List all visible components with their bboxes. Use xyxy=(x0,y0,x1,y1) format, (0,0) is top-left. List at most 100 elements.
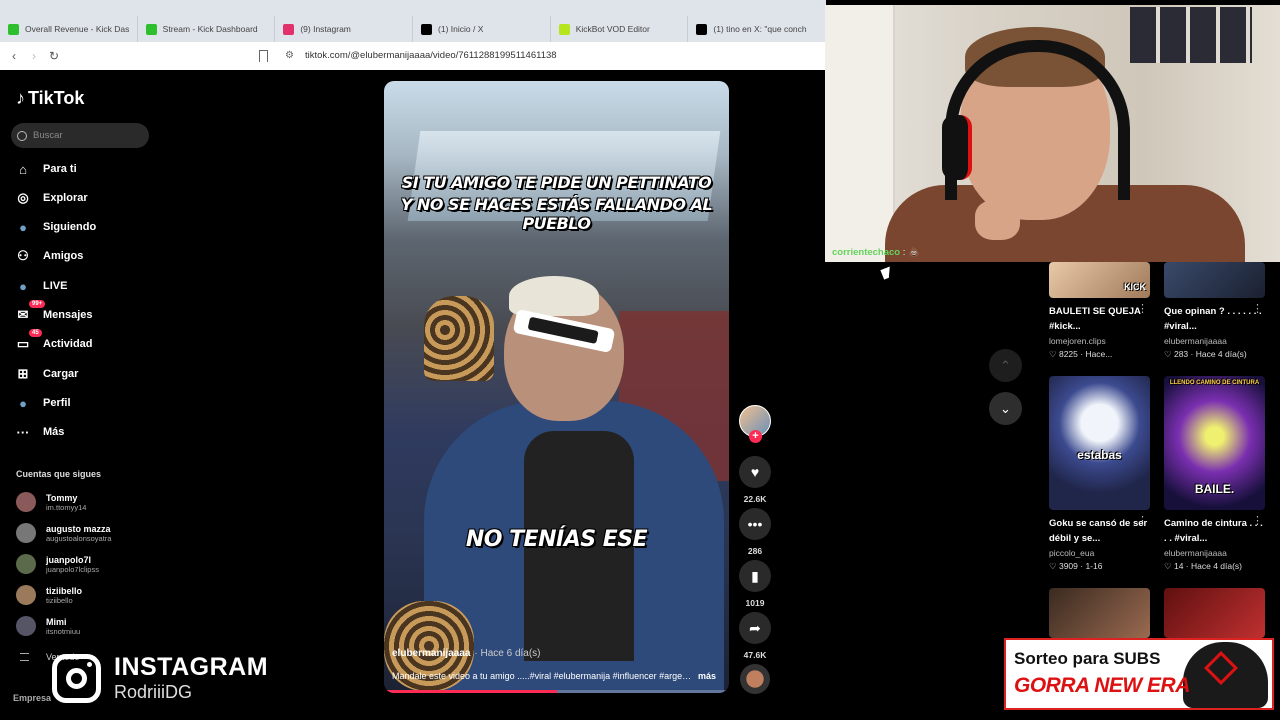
next-video-button[interactable]: ⌄ xyxy=(989,392,1022,425)
back-arrow-icon[interactable]: ‹ xyxy=(4,49,24,63)
comment-icon[interactable]: ••• xyxy=(739,508,771,540)
instagram-overlay: INSTAGRAM RodriiiDG xyxy=(52,653,268,703)
followed-account[interactable]: augusto mazza augustoalonsoyatra xyxy=(16,523,111,543)
site-info-icon[interactable]: ⚙ xyxy=(285,50,294,61)
follow-plus-icon[interactable]: + xyxy=(749,430,762,443)
previous-video-button[interactable]: ⌃ xyxy=(989,349,1022,382)
forward-arrow-icon[interactable]: › xyxy=(24,49,44,63)
following-accounts-title: Cuentas que sigues xyxy=(16,469,102,479)
related-video-thumb[interactable]: estabas xyxy=(1049,376,1150,510)
related-video-thumb[interactable]: KICK xyxy=(1049,262,1150,298)
like-action[interactable]: ♥ 22.6K xyxy=(739,456,771,504)
sidebar-item-mensajes[interactable]: ✉ 99+ Mensajes xyxy=(14,300,93,324)
video-description: Mandale este video a tu amigo .....#vira… xyxy=(392,671,692,681)
notification-badge: 99+ xyxy=(29,300,46,308)
sidebar-item-cargar[interactable]: ⊞ Cargar xyxy=(14,365,79,383)
related-video-author[interactable]: elubermanijaaaa xyxy=(1164,548,1265,558)
related-video-card[interactable] xyxy=(1164,588,1265,638)
sidebar-item-para-ti[interactable]: ⌂ Para ti xyxy=(14,160,77,178)
related-video-title[interactable]: BAULETI SE QUEJA #kick... xyxy=(1049,304,1150,334)
kick-icon xyxy=(145,23,157,35)
tiktok-sidebar: ♪ TikTok Buscar ⌂ Para ti ◎ Explorar ● Siguien… xyxy=(0,70,160,720)
followed-account-name: Tommy xyxy=(46,492,78,503)
sidebar-item-label: Perfil xyxy=(43,397,71,409)
save-action[interactable]: ▮ 1019 xyxy=(739,560,771,608)
related-video-thumb[interactable] xyxy=(1049,588,1150,638)
webcam-posters xyxy=(1130,7,1252,63)
video-more-link[interactable]: más xyxy=(698,671,716,681)
followed-account[interactable]: juanpolo7l juanpolo7lclipss xyxy=(16,554,99,574)
cap-logo-icon xyxy=(1204,651,1238,685)
notification-badge: 45 xyxy=(29,329,42,337)
related-video-title[interactable]: Camino de cintura . . . . . #viral... xyxy=(1164,516,1265,546)
chat-username: corrientechaco xyxy=(832,247,901,258)
share-action[interactable]: ➦ 47.6K xyxy=(739,612,771,660)
browser-tab[interactable]: (1) tino en X: "que conch xyxy=(688,16,827,42)
browser-tab[interactable]: (9) Instagram xyxy=(275,16,414,42)
comment-action[interactable]: ••• 286 xyxy=(739,508,771,556)
followed-account[interactable]: Tommy im.ttomyy14 xyxy=(16,492,86,512)
sidebar-item-más[interactable]: ··· Más xyxy=(14,423,65,441)
browser-tab[interactable]: KickBot VOD Editor xyxy=(551,16,689,42)
footer-company-link[interactable]: Empresa xyxy=(13,693,51,703)
related-thumb-text: KICK xyxy=(1124,282,1146,292)
sidebar-item-label: Actividad xyxy=(43,338,93,350)
video-author-name[interactable]: elubermanijaaaa xyxy=(392,648,470,659)
search-input[interactable]: Buscar xyxy=(11,123,149,148)
giveaway-prize: GORRA NEW ERA xyxy=(1014,674,1190,697)
followed-account[interactable]: tiziibello tiziibello xyxy=(16,585,82,605)
heart-icon[interactable]: ♥ xyxy=(739,456,771,488)
browser-tab[interactable]: Stream - Kick Dashboard xyxy=(138,16,276,42)
share-icon[interactable]: ➦ xyxy=(739,612,771,644)
sidebar-item-label: Para ti xyxy=(43,163,77,175)
browser-tab[interactable]: (1) Inicio / X xyxy=(413,16,551,42)
more-options-icon[interactable]: ⋮ xyxy=(1137,302,1148,315)
more-dots-icon: ··· xyxy=(16,424,30,440)
related-video-thumb[interactable] xyxy=(1164,588,1265,638)
sidebar-item-explorar[interactable]: ◎ Explorar xyxy=(14,189,87,207)
tab-list: Overall Revenue - Kick Dashbo Stream - Ki… xyxy=(0,16,827,42)
video-author[interactable]: elubermanijaaaa · Hace 6 día(s) xyxy=(392,648,541,659)
sidebar-item-actividad[interactable]: ▭ 45 Actividad xyxy=(14,329,93,353)
tiktok-note-icon: ♪ xyxy=(16,88,25,108)
sidebar-item-amigos[interactable]: ⚇ Amigos xyxy=(14,247,83,265)
followed-account-handle: augustoalonsoyatra xyxy=(46,533,112,543)
chat-message: corrientechaco : 💩 xyxy=(832,247,920,258)
video-caption-line1: SI TU AMIGO TE PIDE UN PETTINATO xyxy=(401,173,712,192)
followed-account-name: juanpolo7l xyxy=(46,554,91,565)
sidebar-item-live[interactable]: ● LIVE xyxy=(14,277,67,295)
bookmark-save-icon[interactable]: ▮ xyxy=(739,560,771,592)
chat-text: 💩 xyxy=(908,247,920,258)
sidebar-item-perfil[interactable]: ● Perfil xyxy=(14,394,71,412)
sidebar-item-label: Más xyxy=(43,426,65,438)
messages-icon: ✉ 99+ xyxy=(14,300,46,324)
browser-tab[interactable]: Overall Revenue - Kick Dashbo xyxy=(0,16,138,42)
more-options-icon[interactable]: ⋮ xyxy=(1137,514,1148,527)
activity-icon: ▭ 45 xyxy=(14,329,42,353)
more-options-icon[interactable]: ⋮ xyxy=(1252,302,1263,315)
video-progress-bar[interactable] xyxy=(384,690,729,693)
sound-disc-icon[interactable] xyxy=(740,664,770,694)
related-video-author[interactable]: elubermanijaaaa xyxy=(1164,336,1265,346)
related-video-title[interactable]: Que opinan ? . . . . . . . #viral... xyxy=(1164,304,1265,334)
logo-text: TikTok xyxy=(28,88,85,108)
related-video-card[interactable]: LLENDO CAMINO DE CINTURA BAILE. Camino d… xyxy=(1164,376,1265,572)
related-video-card[interactable]: Que opinan ? . . . . . . . #viral... ⋮ e… xyxy=(1164,262,1265,360)
related-video-card[interactable]: estabas Goku se cansó de ser débil y se.… xyxy=(1049,376,1150,572)
avatar xyxy=(16,585,36,605)
related-video-author[interactable]: piccolo_eua xyxy=(1049,548,1150,558)
video-player[interactable]: SI TU AMIGO TE PIDE UN PETTINATO Y NO SE… xyxy=(384,81,729,693)
related-video-card[interactable] xyxy=(1049,588,1150,638)
related-video-title[interactable]: Goku se cansó de ser débil y se... xyxy=(1049,516,1150,546)
related-video-thumb[interactable] xyxy=(1164,262,1265,298)
bookmark-icon[interactable] xyxy=(259,50,268,62)
followed-account[interactable]: Mimi itsnotmiuu xyxy=(16,616,80,636)
related-video-thumb[interactable]: LLENDO CAMINO DE CINTURA BAILE. xyxy=(1164,376,1265,510)
related-video-card[interactable]: KICK BAULETI SE QUEJA #kick... ⋮ lomejor… xyxy=(1049,262,1150,360)
sidebar-item-siguiendo[interactable]: ● Siguiendo xyxy=(14,218,96,236)
related-video-author[interactable]: lomejoren.clips xyxy=(1049,336,1150,346)
url-field[interactable]: tiktok.com/@elubermanijaaaa/video/761128… xyxy=(305,50,557,61)
reload-icon[interactable]: ↻ xyxy=(44,49,64,63)
more-options-icon[interactable]: ⋮ xyxy=(1252,514,1263,527)
tiktok-logo[interactable]: ♪ TikTok xyxy=(16,88,84,109)
